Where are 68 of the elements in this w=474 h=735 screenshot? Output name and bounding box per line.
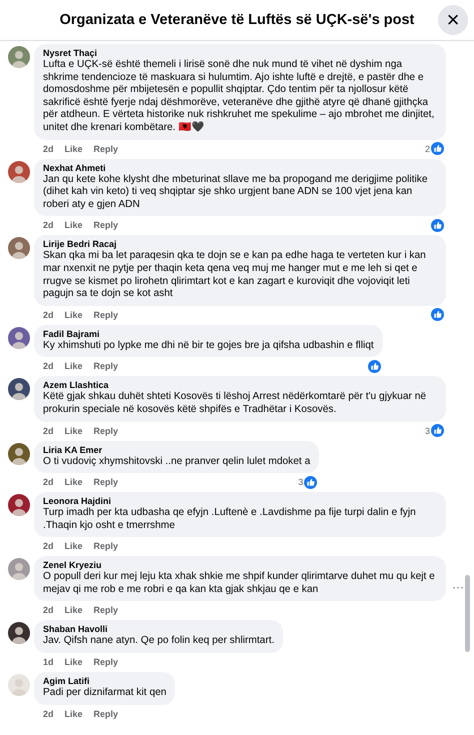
- comment-author[interactable]: Nysret Thaçi: [43, 48, 437, 58]
- like-link[interactable]: Like: [64, 426, 83, 436]
- comment-text: Lufta e UÇK-së është themeli i lirisë sonë dhe nuk mund të vihet në dyshim nga shkrime tendencioze të maskuara si hulumtim. Ajo ishte luftë e drejtë, e pastër dhe e domosdoshme për mbijetesën e popullit shqiptar. Çdo tentim për ta njollosur këtë sakrificë është fyerje ndaj dëshmorëve, veteranëve dhe gjithë atyre që dhanë gjithçka për atdheun. E vërteta historike nuk rishkruhet me spekulime – ajo mbrohet me dinjitet, unitet dhe krenari kombëtare. 🇦🇱🖤: [43, 59, 436, 135]
- reply-link[interactable]: Reply: [94, 361, 118, 372]
- comment-time[interactable]: 2d: [43, 310, 54, 320]
- reply-link[interactable]: Reply: [94, 310, 118, 320]
- comment-author[interactable]: Azem Llashtica: [43, 380, 437, 390]
- like-link[interactable]: Like: [64, 657, 83, 668]
- like-icon: [431, 308, 444, 322]
- comment-time[interactable]: 2d: [43, 361, 54, 372]
- like-icon: [431, 218, 444, 232]
- avatar[interactable]: [8, 442, 30, 464]
- comment-time[interactable]: 2d: [43, 220, 54, 230]
- reply-link[interactable]: Reply: [94, 477, 118, 488]
- avatar[interactable]: [8, 326, 30, 349]
- comment-time[interactable]: 2d: [43, 605, 54, 616]
- comment-text: O ti vudoviç xhymshitovski ..ne pranver qelin lulet mdoket a: [43, 456, 310, 468]
- comment-time[interactable]: 2d: [43, 541, 54, 552]
- avatar[interactable]: [8, 622, 30, 644]
- like-icon: [368, 360, 381, 373]
- reply-link[interactable]: Reply: [94, 708, 118, 719]
- avatar[interactable]: [8, 378, 30, 400]
- comment-author[interactable]: Agim Latifi: [43, 676, 166, 686]
- comment-time[interactable]: 1d: [43, 657, 54, 668]
- like-icon: [431, 142, 444, 156]
- comment-time[interactable]: 2d: [43, 144, 54, 154]
- comment-author[interactable]: Nexhat Ahmeti: [43, 162, 437, 173]
- reaction-count[interactable]: 3: [298, 477, 304, 488]
- comment-time[interactable]: 2d: [43, 426, 54, 436]
- reply-link[interactable]: Reply: [94, 541, 118, 552]
- reaction-count[interactable]: 3: [424, 426, 430, 436]
- like-link[interactable]: Like: [64, 220, 83, 230]
- comment-text: Jav. Qifsh nane atyn. Qe po folin keq per shlirmtart.: [43, 635, 274, 648]
- like-link[interactable]: Like: [64, 541, 83, 552]
- comment-author[interactable]: Leonora Hajdini: [43, 496, 437, 506]
- comment-author[interactable]: Zenel Kryeziu: [43, 560, 437, 570]
- comment-author[interactable]: Liria KA Emer: [43, 444, 310, 454]
- comment-time[interactable]: 2d: [43, 477, 54, 488]
- like-link[interactable]: Like: [64, 144, 83, 154]
- comment-text: O popull deri kur mej leju kta xhak shkie me shpif kunder qlirimtarve duhet mu qu kejt e mejav qi me rob e me robri e qa kan kta gjak shkjau qe e kan: [43, 571, 436, 596]
- like-link[interactable]: Like: [64, 310, 83, 320]
- comment-author[interactable]: Fadil Bajrami: [43, 328, 374, 339]
- comment-text: Ky xhimshuti po lypke me dhi në bir te gojes bre ja qifsha udbashin e flliqt: [43, 340, 374, 352]
- reply-link[interactable]: Reply: [94, 426, 118, 436]
- like-icon: [304, 476, 318, 489]
- post-title: Organizata e Veteranëve të Luftës së UÇK-së's post: [60, 12, 414, 28]
- comment-text: Këtë gjak shkau duhët shteti Kosovës ti lëshoj Arrest nëdërkomtarë për t'u gjykuar në prokurin speciale në kosovës këtë shpifës e Tradhëtar i Kosovës.: [43, 391, 428, 416]
- reply-link[interactable]: Reply: [94, 220, 118, 230]
- comment-author[interactable]: Lirije Bedri Racaj: [43, 239, 437, 250]
- close-button[interactable]: ×: [438, 5, 468, 35]
- reaction-count[interactable]: 2: [424, 144, 430, 154]
- comment-time[interactable]: 2d: [43, 708, 54, 719]
- reply-link[interactable]: Reply: [94, 605, 118, 616]
- reply-link[interactable]: Reply: [94, 144, 118, 154]
- like-icon: [431, 424, 444, 437]
- scrollbar[interactable]: [465, 575, 470, 652]
- more-button[interactable]: ···: [448, 580, 468, 594]
- like-link[interactable]: Like: [64, 361, 83, 372]
- comment-text: Jan qu kete kohe klysht dhe mbeturinat sllave me ba propogand me derigjime politike (dihet kah vin keto) ti veq shqiptar sje shko urgjent bane ADN se 100 vjet jena kan roberi aty e gjen ADN: [43, 174, 429, 212]
- avatar[interactable]: [8, 494, 30, 516]
- like-link[interactable]: Like: [64, 477, 83, 488]
- comment-text: Turp imadh per kta udbasha qe efyjn .Luftenè e .Lavdishme pa fije turpi dalin e fyjn .Thaqin kjo osht e tmerrshme: [43, 507, 417, 532]
- comment-text: Skan qka mi ba let paraqesin qka te dojn se e kan pa edhe haga te verteten kur i kan mar nxenxit ne pytje per thaqin keta qena veq muj me hanger mut e me leh si qet e rrugve se kismet po lirohetn qlirimtart kot e kan zagart e kuroviqit dhe vojoviqit leti pagujn sa te dojn se kot asht: [43, 250, 427, 301]
- reply-link[interactable]: Reply: [94, 657, 118, 668]
- comment-author[interactable]: Shaban Havolli: [43, 624, 274, 634]
- like-link[interactable]: Like: [64, 605, 83, 616]
- comment-text: Padi per diznifarmat kit qen: [43, 687, 166, 700]
- like-link[interactable]: Like: [64, 708, 83, 719]
